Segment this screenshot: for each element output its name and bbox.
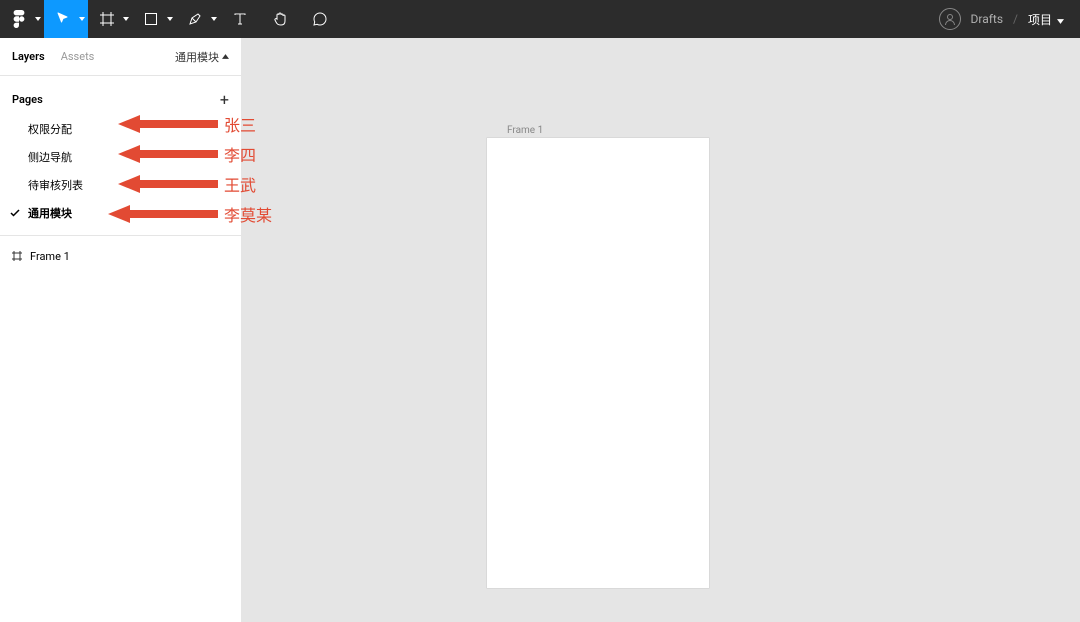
- page-item[interactable]: 侧边导航: [0, 143, 241, 171]
- sidebar-page-indicator[interactable]: 通用模块: [175, 49, 229, 65]
- user-avatar[interactable]: [939, 8, 961, 30]
- layers-section: Frame 1: [0, 236, 241, 276]
- hand-icon: [272, 11, 288, 27]
- page-item-selected[interactable]: 通用模块: [0, 199, 241, 227]
- chevron-down-icon: [123, 17, 129, 21]
- comment-tool-button[interactable]: [300, 0, 340, 38]
- sidebar-tabs: Layers Assets 通用模块: [0, 38, 241, 76]
- top-toolbar: Drafts / 项目: [0, 0, 1080, 38]
- move-tool-button[interactable]: [44, 0, 88, 38]
- tab-assets[interactable]: Assets: [61, 50, 95, 63]
- text-tool-button[interactable]: [220, 0, 260, 38]
- left-sidebar: Layers Assets 通用模块 Pages + 权限分配 侧边导航 待审核…: [0, 38, 242, 622]
- page-item[interactable]: 权限分配: [0, 115, 241, 143]
- page-item[interactable]: 待审核列表: [0, 171, 241, 199]
- hand-tool-button[interactable]: [260, 0, 300, 38]
- user-icon: [944, 13, 956, 25]
- chevron-down-icon: [167, 17, 173, 21]
- rectangle-icon: [145, 13, 157, 25]
- breadcrumb-project[interactable]: 项目: [1028, 11, 1064, 28]
- tab-layers[interactable]: Layers: [12, 50, 45, 63]
- figma-logo-icon: [12, 10, 26, 28]
- text-icon: [233, 12, 247, 26]
- frame-icon: [100, 12, 114, 26]
- chevron-up-icon: [222, 54, 229, 59]
- add-page-button[interactable]: +: [220, 90, 229, 109]
- cursor-icon: [56, 12, 70, 26]
- pages-label: Pages: [12, 93, 43, 106]
- layer-item-frame[interactable]: Frame 1: [0, 242, 241, 270]
- pages-header: Pages +: [0, 84, 241, 115]
- check-icon: [10, 209, 20, 217]
- figma-menu-button[interactable]: [0, 0, 44, 38]
- frame-1[interactable]: [487, 138, 709, 588]
- chevron-down-icon: [79, 17, 85, 21]
- breadcrumb-separator: /: [1013, 12, 1018, 26]
- chevron-down-icon: [1057, 19, 1064, 24]
- shape-tool-button[interactable]: [132, 0, 176, 38]
- chevron-down-icon: [35, 17, 41, 21]
- pen-tool-button[interactable]: [176, 0, 220, 38]
- comment-icon: [312, 11, 328, 27]
- toolbar-left: [0, 0, 340, 38]
- pages-section: Pages + 权限分配 侧边导航 待审核列表 通用模块: [0, 76, 241, 236]
- frame-tool-button[interactable]: [88, 0, 132, 38]
- frame-label[interactable]: Frame 1: [507, 125, 543, 136]
- toolbar-right: Drafts / 项目: [939, 8, 1080, 30]
- frame-icon: [12, 251, 22, 261]
- breadcrumb-drafts[interactable]: Drafts: [971, 12, 1004, 26]
- pen-icon: [188, 12, 202, 26]
- canvas[interactable]: Frame 1: [242, 38, 1080, 622]
- chevron-down-icon: [211, 17, 217, 21]
